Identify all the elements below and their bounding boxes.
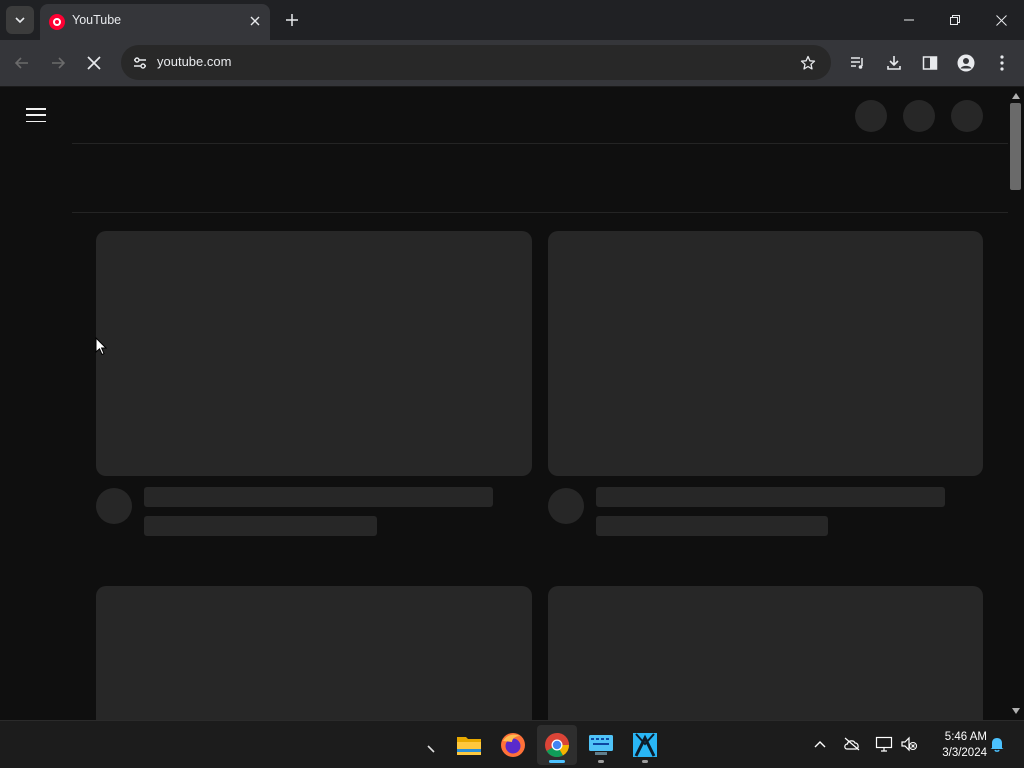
forward-button[interactable] (45, 50, 71, 76)
close-icon (250, 16, 260, 26)
taskbar-file-explorer[interactable] (449, 725, 489, 765)
scroll-up-button[interactable] (1008, 89, 1024, 103)
profile-button[interactable] (953, 50, 979, 76)
windows-taskbar: 5:46 AM 3/3/2024 (0, 720, 1024, 768)
active-app-indicator (549, 760, 565, 763)
stop-button[interactable] (81, 50, 107, 76)
taskbar-chrome[interactable] (537, 725, 577, 765)
virtual-keyboard-icon (589, 735, 613, 755)
youtube-icon (49, 14, 65, 30)
firefox-icon (501, 733, 525, 757)
back-button[interactable] (9, 50, 35, 76)
tab-youtube[interactable]: YouTube (40, 4, 270, 40)
skeleton-channel-avatar (548, 488, 584, 524)
volume-muted-icon (901, 736, 918, 752)
skeleton-title-line (144, 487, 493, 507)
skeleton-meta-line (144, 516, 377, 536)
tray-overflow-button[interactable] (809, 733, 831, 755)
side-panel-button[interactable] (917, 50, 943, 76)
downloads-button[interactable] (881, 50, 907, 76)
skeleton-icon-placeholder (903, 100, 935, 132)
minimize-icon (904, 19, 914, 21)
download-icon (887, 56, 901, 70)
tune-icon (134, 57, 146, 69)
plus-icon (286, 14, 298, 26)
skeleton-thumbnail (96, 231, 532, 476)
taskbar-firefox[interactable] (493, 725, 533, 765)
bookmark-button[interactable] (797, 52, 819, 74)
skeleton-thumbnail (96, 586, 532, 731)
kebab-menu-icon (1000, 55, 1004, 71)
star-icon (800, 55, 816, 70)
skeleton-icon-placeholder (855, 100, 887, 132)
tab-title: YouTube (72, 13, 122, 27)
youtube-page (0, 87, 1008, 731)
address-url[interactable]: youtube.com (157, 54, 231, 69)
bell-icon (990, 738, 1004, 752)
tray-volume[interactable] (898, 733, 920, 755)
skeleton-thumbnail (548, 586, 983, 731)
tab-search-button[interactable] (6, 6, 34, 34)
file-explorer-icon (457, 737, 481, 755)
profile-icon (957, 54, 975, 72)
scrollbar-thumb[interactable] (1010, 103, 1021, 190)
onedrive-offline-icon (844, 737, 860, 751)
chrome-icon (545, 733, 569, 758)
tab-strip: YouTube (0, 0, 1024, 40)
restore-icon (950, 15, 960, 25)
kompozer-icon (633, 733, 657, 757)
chrome-menu-button[interactable] (989, 50, 1015, 76)
media-queue-icon (851, 57, 863, 69)
address-bar[interactable]: youtube.com (121, 45, 831, 80)
forward-arrow-icon (52, 57, 66, 69)
chevron-down-icon (15, 17, 25, 24)
skeleton-avatar-placeholder (951, 100, 983, 132)
running-app-indicator (598, 760, 604, 763)
taskbar-virtual-keyboard[interactable] (581, 725, 621, 765)
taskbar-small-mark-icon (427, 745, 435, 753)
tab-close-button[interactable] (244, 10, 266, 32)
triangle-up-icon (1012, 93, 1020, 99)
tray-onedrive[interactable] (841, 733, 863, 755)
skeleton-channel-avatar (96, 488, 132, 524)
stop-loading-icon (87, 56, 101, 70)
hamburger-icon[interactable] (22, 104, 50, 126)
chevron-up-icon (814, 741, 826, 748)
new-tab-button[interactable] (280, 8, 304, 32)
header-divider (72, 143, 1008, 144)
side-panel-icon (922, 56, 938, 70)
tray-network[interactable] (873, 733, 895, 755)
running-app-indicator (642, 760, 648, 763)
clock-time: 5:46 AM (944, 731, 987, 743)
skeleton-meta-line (596, 516, 828, 536)
triangle-down-icon (1012, 708, 1020, 714)
close-icon (995, 14, 1007, 26)
network-icon (875, 736, 893, 752)
skeleton-title-line (596, 487, 945, 507)
minimize-button[interactable] (886, 0, 932, 40)
mouse-cursor-icon (95, 337, 107, 356)
media-button[interactable] (845, 50, 871, 76)
scroll-down-button[interactable] (1008, 704, 1024, 718)
close-window-button[interactable] (978, 0, 1024, 40)
taskbar-kompozer[interactable] (625, 725, 665, 765)
skeleton-thumbnail (548, 231, 983, 476)
notification-button[interactable] (986, 733, 1008, 755)
taskbar-clock[interactable]: 5:46 AM 3/3/2024 (925, 729, 987, 761)
browser-toolbar: youtube.com (0, 40, 1024, 86)
back-arrow-icon (14, 57, 28, 69)
chips-divider (72, 212, 1008, 213)
restore-button[interactable] (932, 0, 978, 40)
site-info-button[interactable] (128, 51, 152, 75)
clock-date: 3/3/2024 (942, 747, 987, 759)
